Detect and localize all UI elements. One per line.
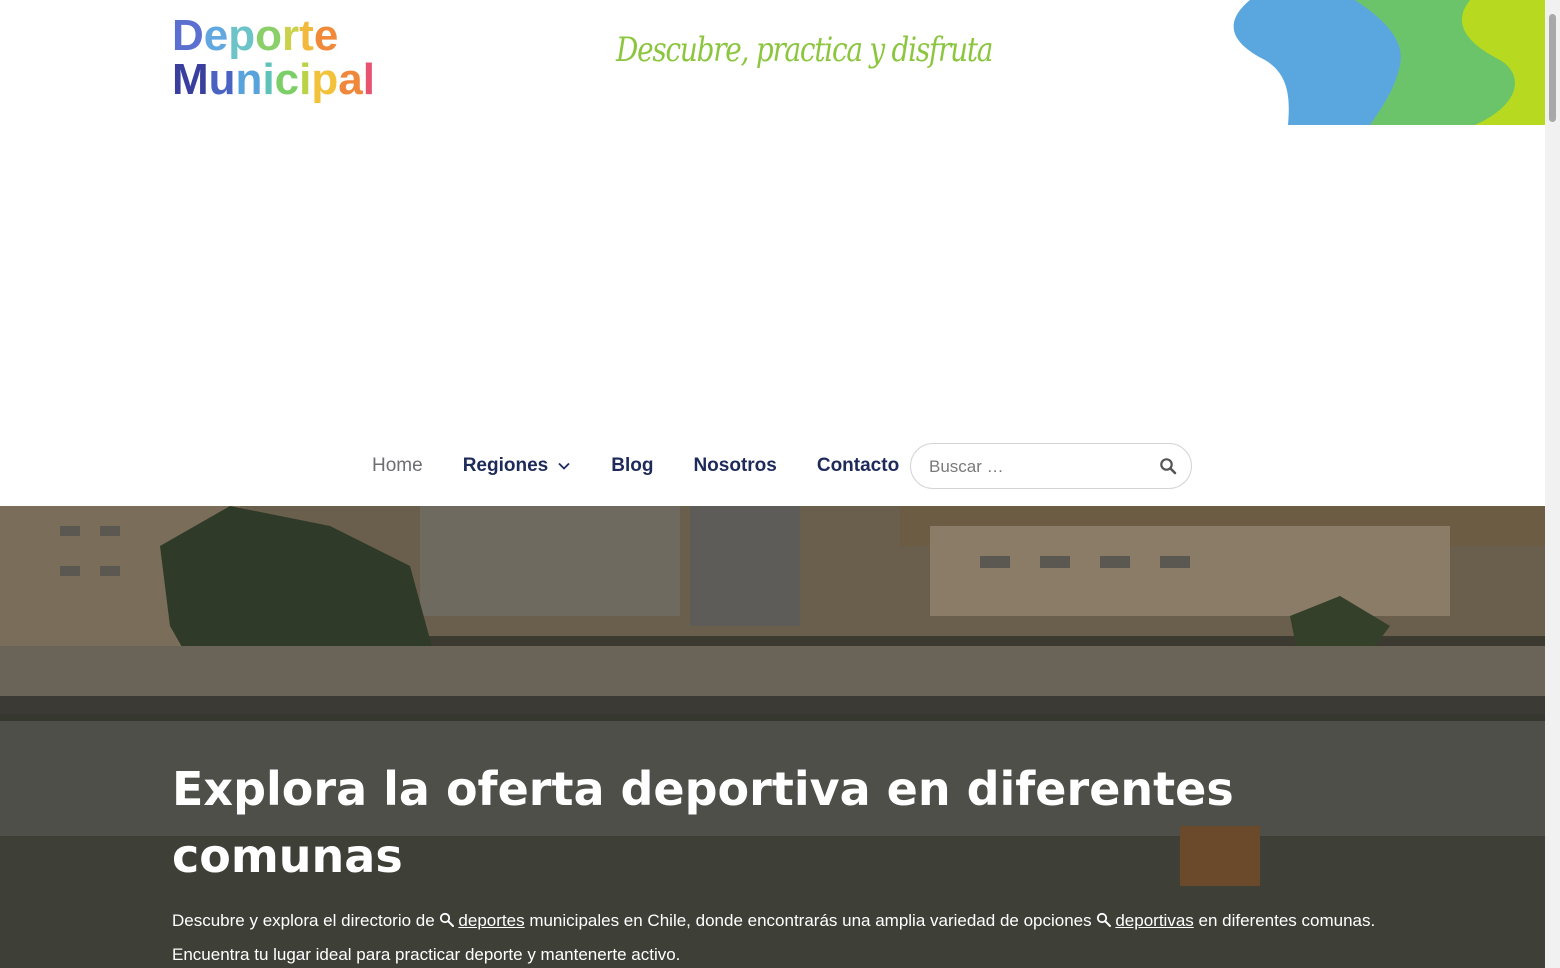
chevron-down-icon[interactable] [557,459,571,473]
logo-letter: c [274,55,300,104]
logo-line-deporte: Deporte [172,14,412,58]
nav-label: Regiones [462,455,549,476]
nav-item-home[interactable]: Home [372,455,423,477]
logo-line-municipal: Municipal [172,58,412,102]
link-label: deportivas [1115,911,1194,930]
nav-label: Blog [611,455,654,476]
hero-title: Explora la oferta deportiva en diferente… [172,762,1234,883]
nav-label: Contacto [816,455,900,476]
link-deportivas[interactable]: deportivas [1096,911,1194,930]
logo-letter: p [228,11,256,60]
logo-letter: i [262,55,275,104]
hero-text-segment: Descubre y explora el directorio de [172,911,440,930]
logo-letter: l [362,55,375,104]
logo-letter: M [172,55,209,104]
nav-label: Nosotros [693,455,777,476]
main-navigation: Home Regiones Blog Nosotros Contacto [372,444,939,488]
nav-item-blog[interactable]: Blog [611,455,653,477]
logo-letter: u [208,55,236,104]
logo-letter: i [299,55,312,104]
logo-letter: r [282,11,300,60]
hero-text-segment: municipales en Chile, donde encontrarás … [524,911,1097,930]
logo-letter: o [255,11,283,60]
nav-item-contacto[interactable]: Contacto [817,455,899,477]
search-input[interactable] [929,455,1149,479]
logo-letter: n [235,55,263,104]
page-scrollbar[interactable] [1545,0,1560,968]
hero-banner: Explora la oferta deportiva en diferente… [0,506,1545,968]
logo-letter: e [203,11,229,60]
logo-letter: e [313,11,339,60]
magnifier-icon [440,912,455,927]
logo-letter: p [311,55,339,104]
logo-letter: D [172,11,204,60]
nav-item-nosotros[interactable]: Nosotros [693,455,776,477]
site-header: Deporte Municipal Descubre, practica y d… [0,0,1545,506]
link-deportes[interactable]: deportes [439,911,525,930]
site-tagline: Descubre, practica y disfruta [616,30,993,70]
nav-item-regiones[interactable]: Regiones [463,455,572,477]
hero-description: Descubre y explora el directorio de depo… [172,904,1392,968]
search-form [910,443,1192,489]
logo-letter: a [338,55,363,104]
search-icon[interactable] [1159,457,1177,475]
hero-background-image [0,506,1545,968]
nav-label: Home [372,455,423,476]
link-label: deportes [458,911,525,930]
site-logo[interactable]: Deporte Municipal [172,14,412,102]
logo-letter: t [299,11,314,60]
decorative-waves [1230,0,1545,125]
magnifier-icon [1097,912,1112,927]
scrollbar-thumb[interactable] [1549,14,1556,122]
